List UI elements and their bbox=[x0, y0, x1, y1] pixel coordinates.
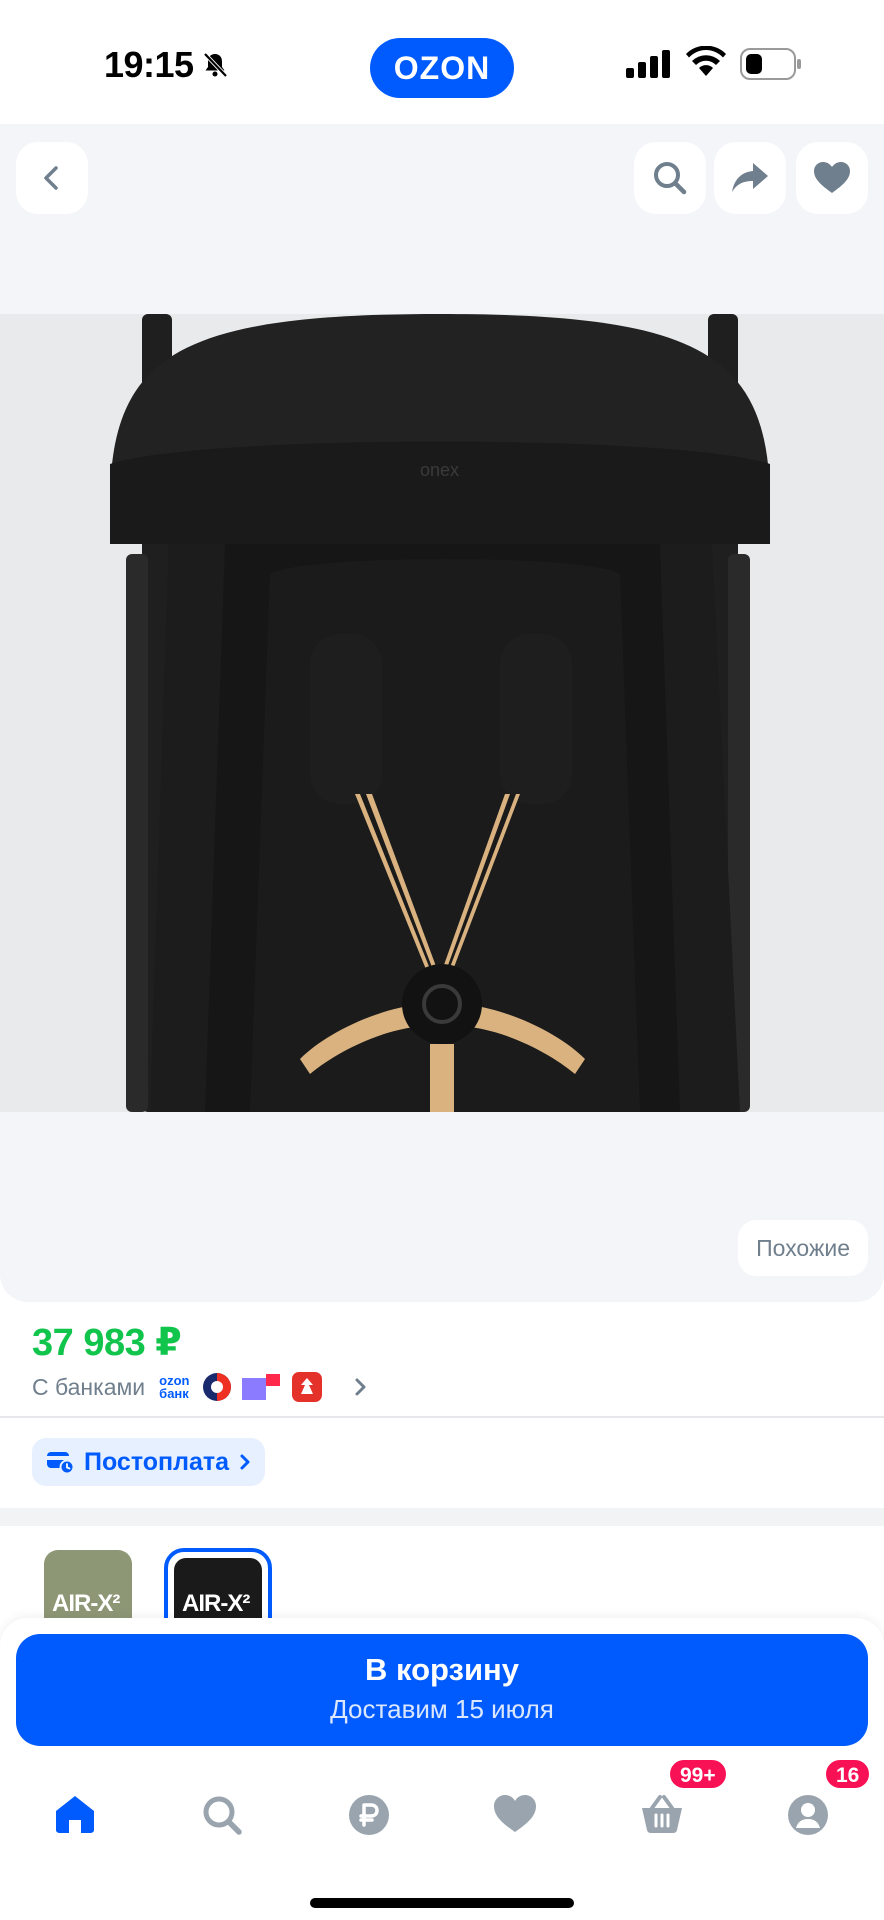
card-clock-icon bbox=[47, 1452, 74, 1475]
home-icon bbox=[56, 1796, 94, 1833]
chevron-left-icon bbox=[44, 166, 58, 190]
tab-finance[interactable] bbox=[339, 1780, 399, 1850]
bell-muted-icon bbox=[200, 50, 230, 80]
price-section: 37 983 ₽ С банками ozon банк bbox=[0, 1302, 884, 1418]
search-button[interactable] bbox=[634, 142, 706, 214]
tab-profile[interactable] bbox=[778, 1780, 838, 1850]
stroller-illustration: onex bbox=[0, 314, 884, 1112]
chevron-right-icon bbox=[355, 1378, 365, 1396]
battery-icon bbox=[740, 48, 802, 85]
postpay-section: Постоплата bbox=[0, 1418, 884, 1508]
price-value: 37 983 ₽ bbox=[32, 1322, 182, 1364]
search-icon bbox=[203, 1796, 242, 1835]
postpay-chip[interactable]: Постоплата bbox=[32, 1438, 266, 1486]
product-image[interactable]: onex bbox=[0, 314, 884, 1112]
add-to-cart-button[interactable]: В корзину Доставим 15 июля bbox=[16, 1634, 868, 1746]
back-button[interactable] bbox=[16, 142, 88, 214]
product-gallery[interactable]: onex Похожие bbox=[0, 124, 884, 1302]
tab-home[interactable] bbox=[45, 1780, 105, 1850]
tab-cart[interactable] bbox=[632, 1780, 692, 1850]
brand-imprint: onex bbox=[420, 460, 459, 480]
ruble-icon bbox=[349, 1795, 389, 1835]
section-gap bbox=[0, 1508, 884, 1526]
profile-notification-badge: 16 bbox=[824, 1758, 872, 1790]
variant-label: AIR-X² bbox=[52, 1590, 120, 1617]
gallery-footer: Похожие bbox=[0, 1112, 884, 1302]
profile-icon bbox=[788, 1795, 828, 1835]
share-button[interactable] bbox=[714, 142, 786, 214]
variant-label: AIR-X² bbox=[182, 1590, 250, 1617]
delivery-date-label: Доставим 15 июля bbox=[330, 1694, 554, 1724]
gallery-header bbox=[0, 124, 884, 314]
bank-logo-circle-icon bbox=[202, 1373, 231, 1401]
bank-logo-red-icon bbox=[291, 1372, 322, 1402]
chevron-right-icon bbox=[240, 1454, 250, 1470]
add-to-cart-label: В корзину bbox=[364, 1652, 519, 1687]
search-icon bbox=[654, 162, 687, 195]
cart-count-badge: 99+ bbox=[668, 1758, 728, 1790]
bank-logo-squares-icon bbox=[241, 1374, 280, 1400]
heart-icon bbox=[494, 1795, 536, 1832]
status-bar: 19:15 OZON bbox=[0, 0, 884, 124]
tab-favorites[interactable] bbox=[485, 1780, 545, 1850]
tab-search[interactable] bbox=[192, 1780, 252, 1850]
ozon-bank-logo: ozon банк bbox=[159, 1374, 189, 1400]
similar-button[interactable]: Похожие bbox=[738, 1220, 868, 1276]
signal-icon bbox=[626, 50, 672, 83]
heart-icon bbox=[814, 162, 850, 193]
basket-icon bbox=[642, 1795, 682, 1833]
with-banks-label: С банками bbox=[32, 1373, 146, 1400]
wifi-icon bbox=[686, 45, 726, 83]
ozon-logo: OZON bbox=[370, 38, 514, 98]
home-indicator bbox=[310, 1898, 574, 1908]
cart-bar: В корзину Доставим 15 июля bbox=[0, 1618, 884, 1768]
postpay-label: Постоплата bbox=[84, 1447, 230, 1476]
share-arrow-icon bbox=[732, 163, 768, 192]
favorite-button[interactable] bbox=[796, 142, 868, 214]
status-time: 19:15 bbox=[104, 44, 194, 85]
bank-offers-row[interactable]: С банками ozon банк bbox=[32, 1370, 368, 1404]
ozon-bank-logo-line2: банк bbox=[159, 1386, 189, 1401]
